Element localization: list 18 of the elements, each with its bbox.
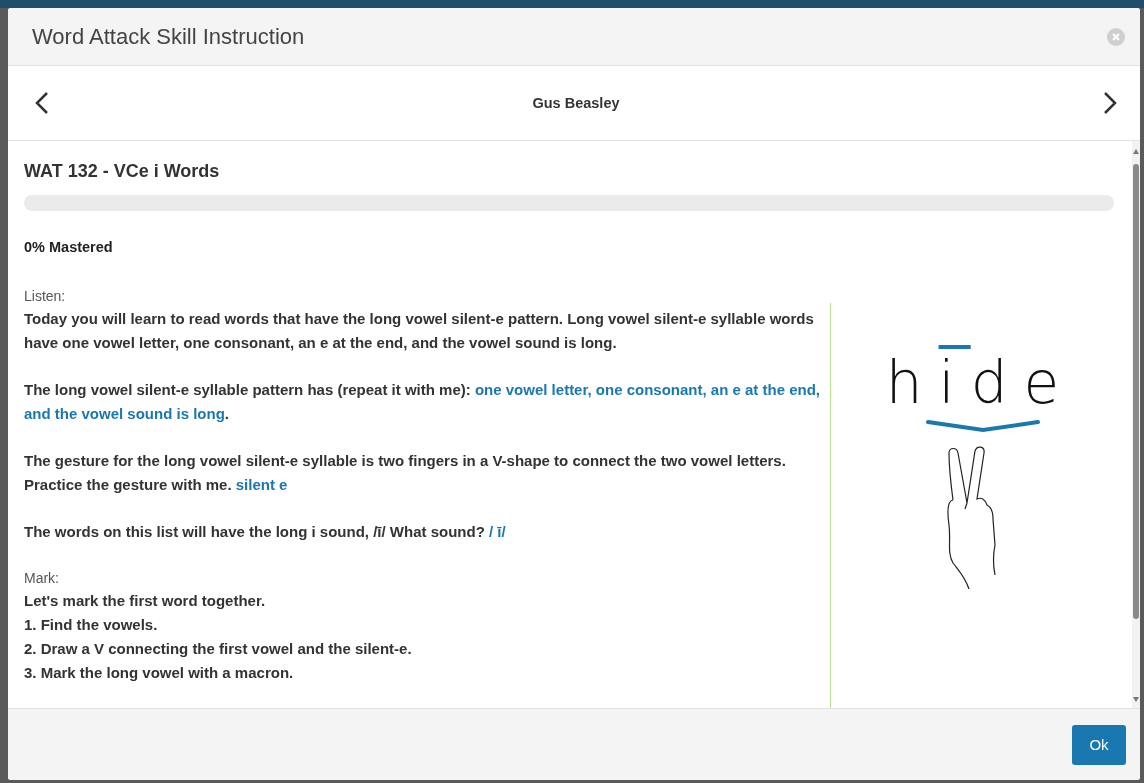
mastery-text: 0% Mastered [24,239,114,255]
ok-button[interactable]: Ok [1072,724,1126,765]
instruction-text: The gesture for the long vowel silent-e syllable is two fingers in a V-shape to connect the two vowel letters. Practice the gesture with me. silent e [24,451,787,495]
instruction-text: 2. Draw a V connecting the first vowel and the silent-e. [24,639,413,659]
v-mark-icon [924,419,1041,433]
section-label: Listen: [24,287,67,306]
instruction-text: Let's mark the first word together. [24,591,267,611]
instruction-text: 3. Mark the long vowel with a macron. [24,663,295,683]
instruction-text: Today you will learn to read words that have the long vowel silent-e pattern. Long vowel silent-e syllable words have one vowel letter, one consonant, an e at the end, and the vowel sound is long. [24,309,815,353]
section-label: Mark: [24,569,60,588]
instruction-text: The long vowel silent-e syllable pattern has (repeat it with me): one vowel letter, one consonant, an e at the end, and the vowel sound is long. [24,380,821,424]
instruction-text: The words on this list will have the long i sound, /ī/ What sound? / ī/ [24,522,507,542]
lesson-title: WAT 132 - VCe i Words [24,161,221,182]
dialog-title: Word Attack Skill Instruction [32,23,305,50]
scrollbar[interactable] [1132,141,1140,708]
instruction-text: 1. Find the vowels. [24,615,159,635]
student-name: Gus Beasley [532,95,620,111]
illustration-word: h i d e [884,348,1076,415]
